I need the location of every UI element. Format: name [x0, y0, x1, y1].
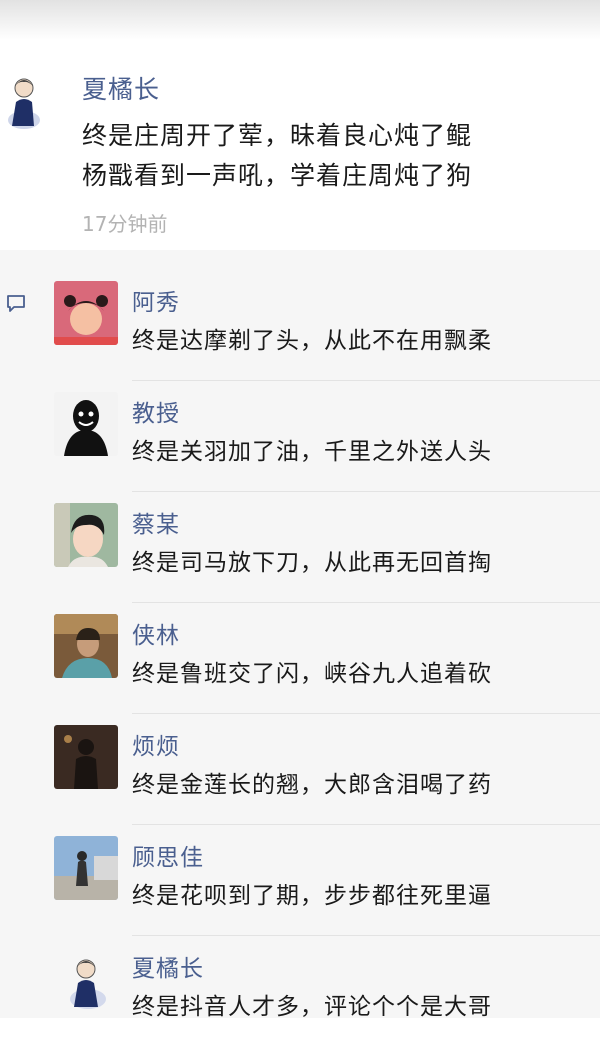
post-text-line-2: 杨戬看到一声吼，学着庄周炖了狗 — [82, 161, 473, 190]
comment-text: 终是达摩剃了头，从此不在用飘柔 — [132, 328, 492, 354]
comment-item: 顾思佳 终是花呗到了期，步步都往死里逼 — [0, 825, 600, 936]
moment-post: 夏橘长 终是庄周开了荤，昧着良心炖了鲲 杨戬看到一声吼，学着庄周炖了狗 17分钟… — [0, 40, 600, 250]
comment-text: 终是花呗到了期，步步都往死里逼 — [132, 883, 492, 909]
street-photo-avatar[interactable] — [54, 836, 118, 900]
comment-author[interactable]: 阿秀 — [132, 283, 180, 317]
comment-item: 侠林 终是鲁班交了闪，峡谷九人追着砍 — [0, 603, 600, 714]
cartoon-boy-avatar[interactable] — [54, 503, 118, 567]
comment-text: 终是鲁班交了闪，峡谷九人追着砍 — [132, 661, 492, 687]
top-gradient — [0, 0, 600, 40]
comment-author[interactable]: 烦烦 — [132, 727, 180, 761]
comment-item: 蔡某 终是司马放下刀，从此再无回首掏 — [0, 492, 600, 603]
comment-text: 终是金莲长的翘，大郎含泪喝了药 — [132, 772, 492, 798]
comment-text: 终是抖音人才多，评论个个是大哥 — [132, 994, 492, 1020]
comment-text: 终是司马放下刀，从此再无回首掏 — [132, 550, 492, 576]
comment-text: 终是关羽加了油，千里之外送人头 — [132, 439, 492, 465]
post-timestamp: 17分钟前 — [82, 212, 168, 236]
comment-item: 教授 终是关羽加了油，千里之外送人头 — [0, 381, 600, 492]
comment-author[interactable]: 侠林 — [132, 616, 180, 650]
girl-avatar[interactable] — [54, 281, 118, 345]
comment-item: 阿秀 终是达摩剃了头，从此不在用飘柔 — [0, 270, 600, 381]
comment-item: 夏橘长 终是抖音人才多，评论个个是大哥 — [0, 936, 600, 1047]
comment-author[interactable]: 教授 — [132, 394, 180, 428]
post-text-line-1: 终是庄周开了荤，昧着良心炖了鲲 — [82, 121, 473, 150]
comment-author[interactable]: 夏橘长 — [132, 949, 204, 983]
post-author-name[interactable]: 夏橘长 — [82, 70, 160, 106]
comment-author[interactable]: 顾思佳 — [132, 838, 204, 872]
author-avatar[interactable] — [6, 70, 40, 130]
night-figure-avatar[interactable] — [54, 725, 118, 789]
dark-figure-avatar[interactable] — [54, 392, 118, 456]
comment-author[interactable]: 蔡某 — [132, 505, 180, 539]
man-photo-avatar[interactable] — [54, 614, 118, 678]
comments-section: 阿秀 终是达摩剃了头，从此不在用飘柔 教授 终是关羽加了油，千里之外送人头 蔡某… — [0, 250, 600, 1020]
sketch-person-avatar[interactable] — [54, 947, 118, 1011]
comment-item: 烦烦 终是金莲长的翘，大郎含泪喝了药 — [0, 714, 600, 825]
